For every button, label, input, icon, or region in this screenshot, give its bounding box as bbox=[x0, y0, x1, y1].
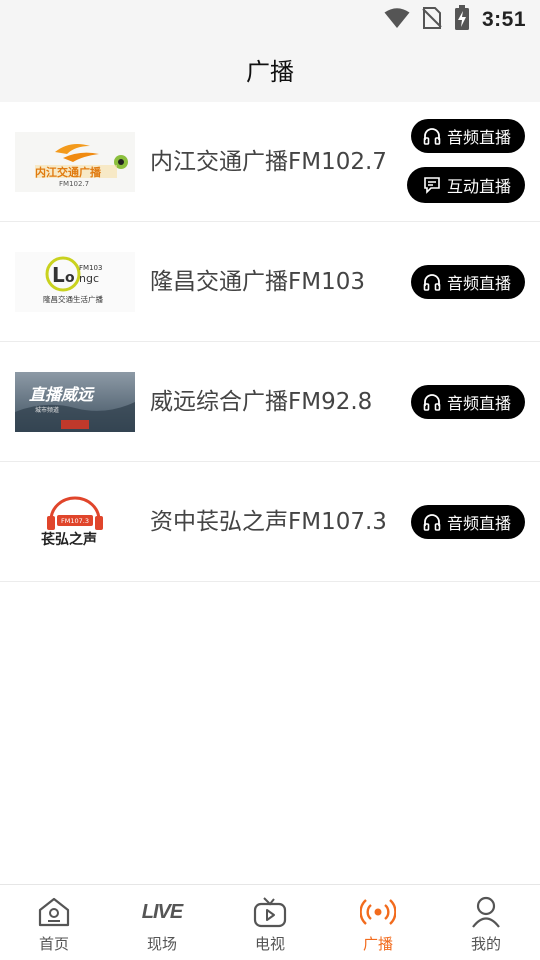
radio-icon bbox=[360, 895, 396, 929]
logo-sub-weiyuan: 城市频道 bbox=[35, 406, 59, 414]
logo-text-longchang: 隆昌交通生活广播 bbox=[43, 294, 103, 304]
battery-charging-icon bbox=[454, 5, 470, 35]
tab-tv-label: 电视 bbox=[254, 935, 285, 953]
interactive-live-label: 互动直播 bbox=[446, 177, 511, 196]
chat-icon bbox=[424, 177, 440, 194]
headphones-icon bbox=[423, 394, 441, 411]
audio-live-button[interactable]: 音频直播 bbox=[410, 265, 525, 299]
page-header: 广播 bbox=[0, 36, 540, 102]
bottom-tab-bar: 首页 LIVE 现场 电视 广播 我的 bbox=[0, 884, 540, 960]
station-name: 资中苌弘之声FM107.3 bbox=[150, 509, 387, 535]
station-row-longchang[interactable]: L o FM103 ngc 隆昌交通生活广播 隆昌交通广播FM103 音频直播 bbox=[0, 222, 540, 342]
tab-home[interactable]: 首页 bbox=[0, 885, 108, 960]
tab-live-label: 现场 bbox=[146, 935, 177, 953]
tv-icon bbox=[253, 895, 287, 929]
station-name: 隆昌交通广播FM103 bbox=[150, 269, 365, 295]
logo-sub-longchang: FM103 bbox=[79, 264, 102, 272]
svg-text:o: o bbox=[65, 270, 75, 286]
station-list: 内江交通广播 FM102.7 内江交通广播FM102.7 音频直播 互动直播 L… bbox=[0, 102, 540, 582]
tab-mine-label: 我的 bbox=[470, 935, 501, 953]
live-icon: LIVE bbox=[141, 895, 183, 929]
tab-mine[interactable]: 我的 bbox=[432, 885, 540, 960]
svg-text:ngc: ngc bbox=[79, 272, 99, 285]
station-name: 威远综合广播FM92.8 bbox=[150, 389, 373, 415]
audio-live-button[interactable]: 音频直播 bbox=[410, 385, 525, 419]
page-title: 广播 bbox=[246, 57, 294, 86]
logo-sub-neijiang: FM102.7 bbox=[59, 180, 89, 188]
tab-radio[interactable]: 广播 bbox=[324, 885, 432, 960]
tab-live[interactable]: LIVE 现场 bbox=[108, 885, 216, 960]
logo-text-zizhong: 苌弘之声 bbox=[41, 531, 97, 548]
headphones-icon bbox=[423, 274, 441, 291]
station-logo-weiyuan: 直播威远 城市频道 bbox=[15, 372, 135, 432]
station-logo-zizhong: FM107.3 苌弘之声 bbox=[15, 492, 135, 552]
live-icon-text: LIVE bbox=[141, 900, 183, 923]
station-row-neijiang[interactable]: 内江交通广播 FM102.7 内江交通广播FM102.7 音频直播 互动直播 bbox=[0, 102, 540, 222]
interactive-live-button[interactable]: 互动直播 bbox=[406, 167, 525, 203]
station-logo-neijiang: 内江交通广播 FM102.7 bbox=[15, 132, 135, 192]
wifi-icon bbox=[384, 7, 410, 33]
tab-radio-label: 广播 bbox=[362, 935, 393, 953]
status-bar: 3:51 bbox=[0, 0, 540, 36]
logo-text-weiyuan: 直播威远 bbox=[29, 385, 95, 404]
headphones-icon bbox=[423, 514, 441, 531]
tab-tv[interactable]: 电视 bbox=[216, 885, 324, 960]
audio-live-button[interactable]: 音频直播 bbox=[410, 119, 525, 153]
station-logo-longchang: L o FM103 ngc 隆昌交通生活广播 bbox=[15, 252, 135, 312]
status-time: 3:51 bbox=[481, 8, 526, 31]
audio-live-button[interactable]: 音频直播 bbox=[410, 505, 525, 539]
logo-sub-zizhong: FM107.3 bbox=[61, 517, 89, 525]
station-row-zizhong[interactable]: FM107.3 苌弘之声 资中苌弘之声FM107.3 音频直播 bbox=[0, 462, 540, 582]
station-row-weiyuan[interactable]: 直播威远 城市频道 威远综合广播FM92.8 音频直播 bbox=[0, 342, 540, 462]
audio-live-label: 音频直播 bbox=[446, 274, 511, 293]
home-icon bbox=[37, 895, 71, 929]
headphones-icon bbox=[423, 128, 441, 145]
audio-live-label: 音频直播 bbox=[446, 514, 511, 533]
no-sim-icon bbox=[422, 6, 442, 34]
svg-text:L: L bbox=[52, 263, 65, 287]
audio-live-label: 音频直播 bbox=[446, 128, 511, 147]
station-name: 内江交通广播FM102.7 bbox=[150, 149, 387, 175]
tab-home-label: 首页 bbox=[38, 935, 69, 953]
logo-text-neijiang: 内江交通广播 bbox=[35, 165, 102, 179]
user-icon bbox=[471, 895, 501, 929]
audio-live-label: 音频直播 bbox=[446, 394, 511, 413]
